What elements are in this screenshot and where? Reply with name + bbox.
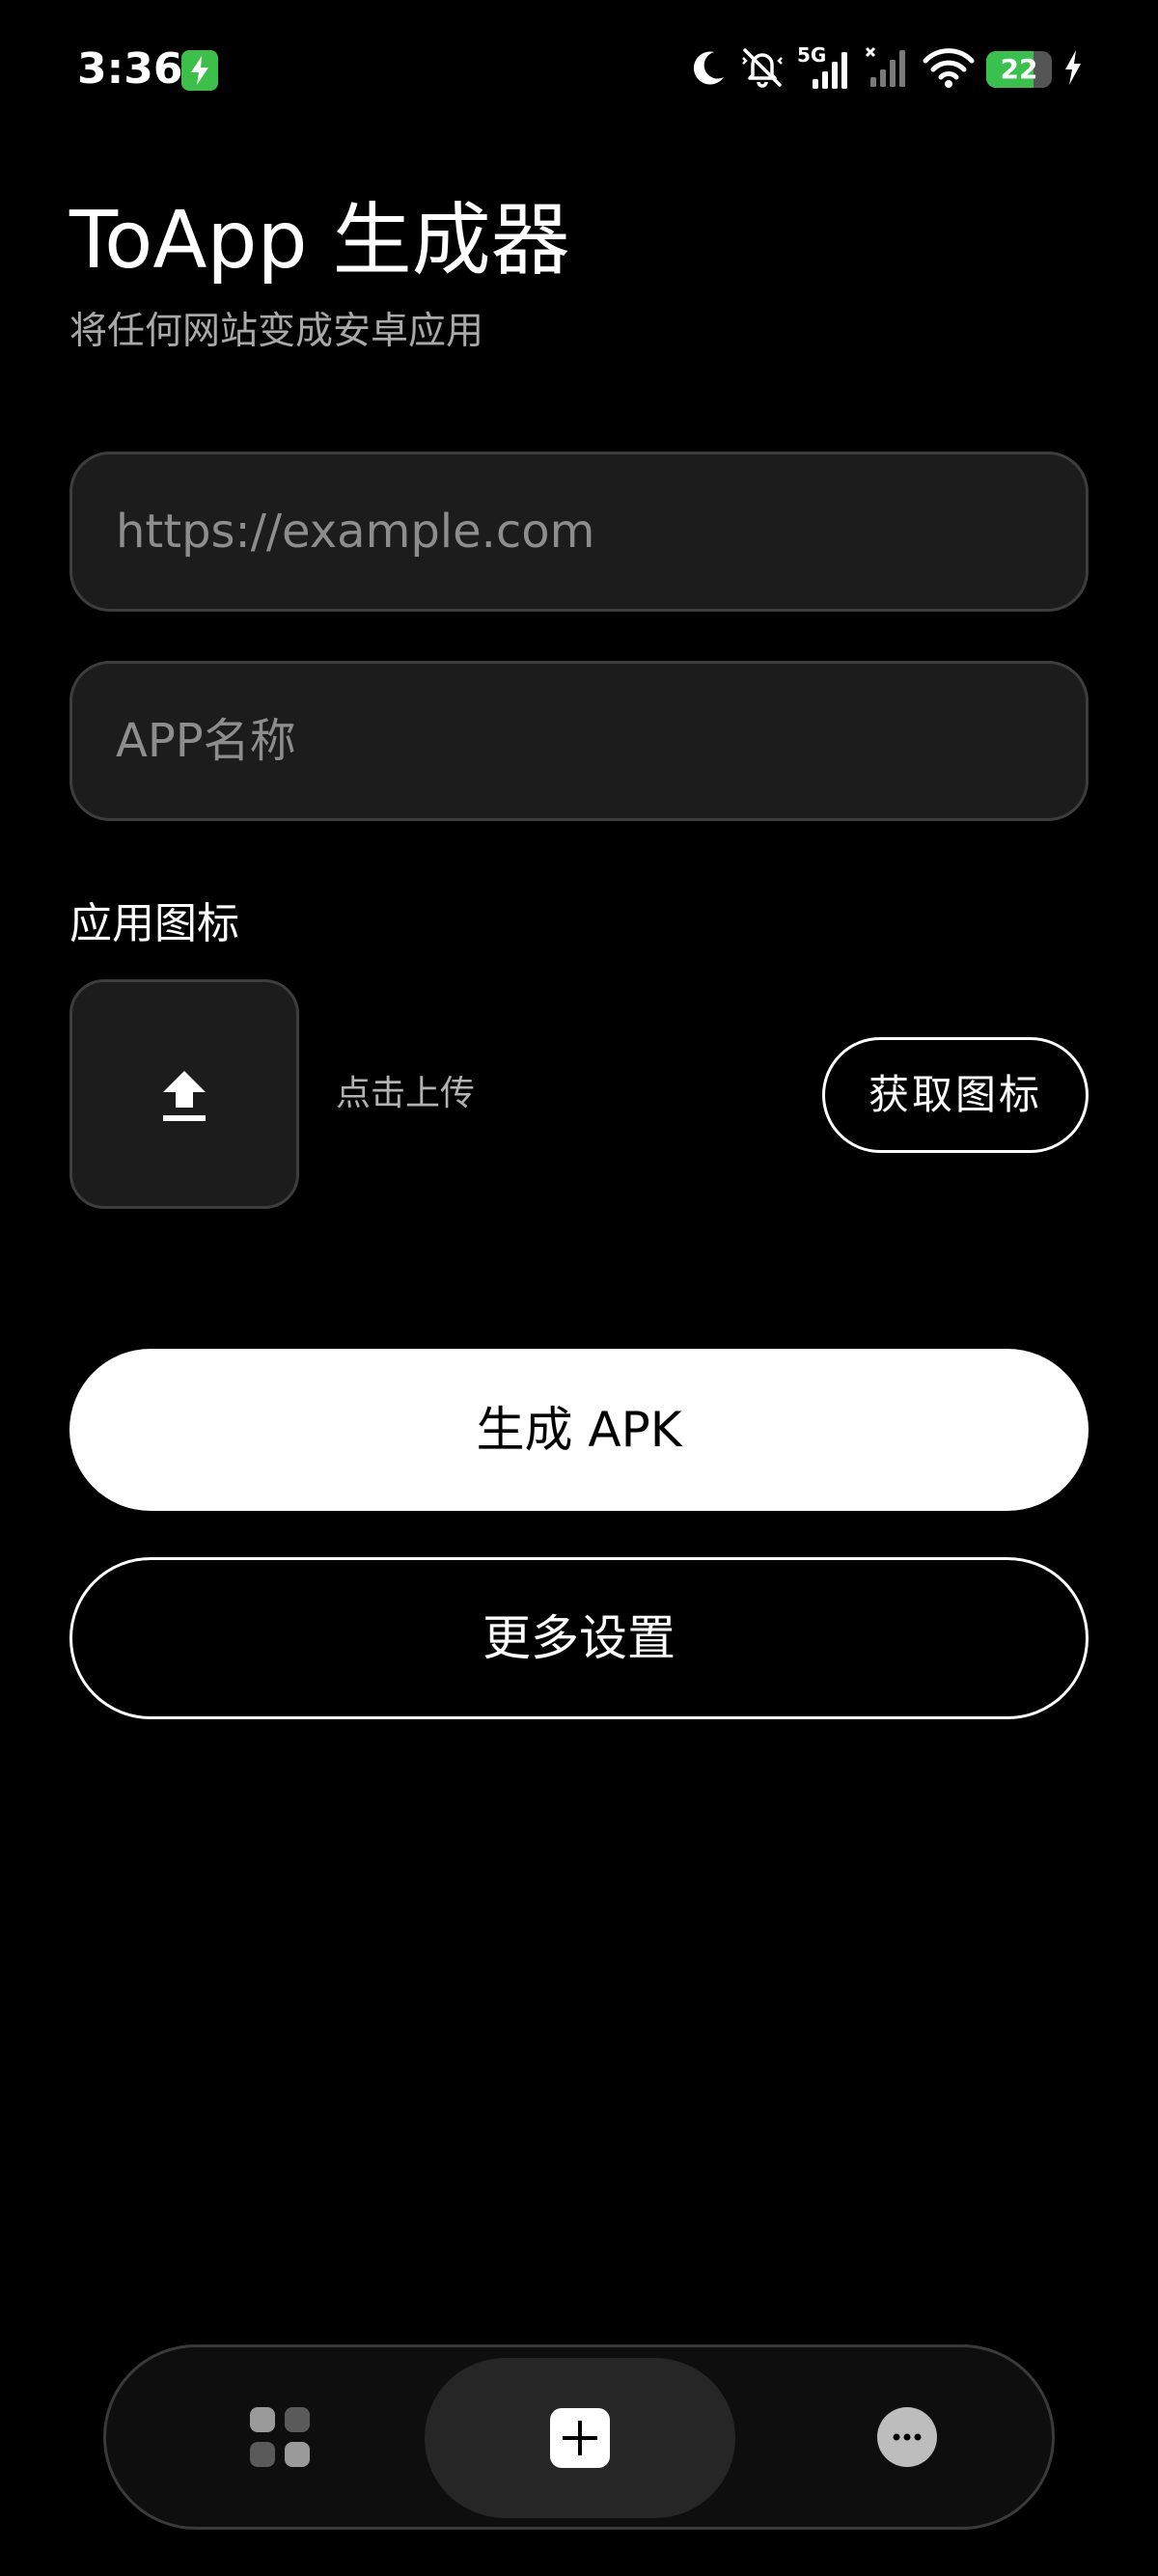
apps-grid-icon — [250, 2407, 310, 2467]
more-settings-button[interactable]: 更多设置 — [69, 1557, 1089, 1719]
url-input[interactable] — [116, 505, 1042, 559]
page-title: ToApp 生成器 — [69, 195, 570, 287]
signal-no-service-icon — [865, 46, 911, 93]
battery-icon: 22 — [986, 51, 1052, 88]
more-icon — [877, 2407, 937, 2467]
moon-icon — [689, 48, 728, 91]
charging-bolt-icon — [1063, 50, 1083, 89]
status-bar: 3:36 5G 22 — [0, 0, 1158, 140]
fetch-icon-button[interactable]: 获取图标 — [822, 1037, 1089, 1153]
app-name-field[interactable] — [69, 661, 1089, 821]
battery-level: 22 — [1000, 53, 1038, 85]
upload-icon — [163, 1071, 206, 1121]
add-icon — [550, 2408, 610, 2468]
app-name-input[interactable] — [116, 714, 1042, 768]
upload-hint: 点击上传 — [336, 1074, 476, 1113]
status-time: 3:36 — [77, 44, 183, 94]
nav-apps-button[interactable] — [203, 2347, 357, 2527]
generate-apk-button[interactable]: 生成 APK — [69, 1349, 1089, 1511]
mute-icon — [739, 46, 786, 93]
icon-upload-box[interactable] — [69, 979, 299, 1209]
page-subtitle: 将任何网站变成安卓应用 — [69, 310, 484, 353]
nav-more-button[interactable] — [830, 2347, 984, 2527]
wifi-icon — [923, 46, 975, 93]
status-icons: 5G 22 — [689, 39, 1083, 100]
app-icon-label: 应用图标 — [69, 899, 239, 948]
url-field[interactable] — [69, 452, 1089, 612]
bottom-nav — [103, 2344, 1055, 2530]
nav-create-button[interactable] — [425, 2358, 735, 2518]
signal-5g-icon: 5G — [797, 44, 853, 91]
charging-notification-icon — [181, 50, 218, 91]
